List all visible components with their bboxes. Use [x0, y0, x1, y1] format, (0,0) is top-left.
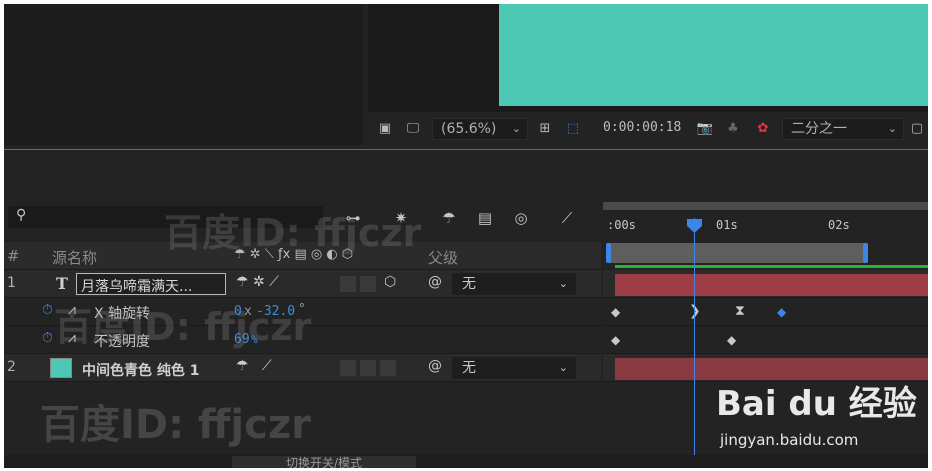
resolution-value: 二分之一: [791, 121, 847, 137]
chevron-down-icon: ⌄: [558, 277, 568, 290]
chevron-down-icon: ⌄: [558, 361, 568, 374]
camera-icon[interactable]: 📷: [696, 121, 714, 137]
keyframe-hold[interactable]: ⧗: [735, 304, 745, 318]
switch-box[interactable]: [340, 276, 356, 292]
snapshot-toggle-icon[interactable]: ▣: [376, 121, 394, 137]
solid-color-swatch: [50, 358, 72, 378]
navigator-start-handle[interactable]: [606, 243, 611, 263]
layer-name[interactable]: 中间色青色 纯色 1: [82, 360, 200, 380]
keyframe-diamond[interactable]: ◆: [611, 306, 620, 318]
motion-blur-icon[interactable]: ◎: [510, 208, 532, 228]
time-ruler[interactable]: :00s 01s 02s: [603, 198, 928, 242]
parent-value: 无: [462, 360, 476, 376]
layer-switches[interactable]: ☂ ⟋: [236, 358, 272, 374]
parent-dropdown[interactable]: 无 ⌄: [452, 273, 576, 295]
chevron-down-icon: ⌄: [887, 122, 897, 135]
parent-value: 无: [462, 276, 476, 292]
switch-box[interactable]: [360, 276, 376, 292]
composition-canvas: [499, 4, 928, 106]
property-keyframe-lane: ◆ ◆: [603, 326, 928, 354]
playhead-handle[interactable]: [686, 218, 703, 234]
watermark-text: 百度ID: ffjczr: [164, 211, 422, 255]
layer-number: 1: [7, 275, 16, 291]
render-cache-bar: [615, 265, 928, 268]
switch-box[interactable]: [340, 360, 356, 376]
region-of-interest-icon[interactable]: ▢: [908, 121, 926, 137]
project-panel: [4, 4, 363, 145]
stopwatch-icon[interactable]: ⏱: [42, 330, 53, 346]
panel-gap: [4, 150, 928, 198]
pick-whip-icon[interactable]: @: [428, 358, 442, 374]
timeline-footer: [4, 455, 928, 468]
current-time-display[interactable]: 0:00:00:18: [603, 120, 681, 135]
layer-name-field[interactable]: 月落乌啼霜满天...: [76, 273, 226, 295]
layer-row[interactable]: 1 T 月落乌啼霜满天... ☂ ✲ ⟋ ⬡ @ 无 ⌄: [4, 270, 601, 298]
grid-guides-icon[interactable]: ⊞: [536, 121, 554, 137]
parent-dropdown[interactable]: 无 ⌄: [452, 357, 576, 379]
shy-layers-icon[interactable]: ☂: [438, 208, 460, 228]
search-icon: ⚲: [16, 207, 27, 223]
column-source-name[interactable]: 源名称: [52, 247, 97, 268]
playhead-line: [694, 218, 695, 468]
layer-switches[interactable]: ☂ ✲ ⟋: [236, 274, 279, 290]
zoom-dropdown[interactable]: (65.6%) ⌄: [432, 118, 528, 140]
switch-box[interactable]: [380, 360, 396, 376]
viewer-toolbar: ▣ 🖵 (65.6%) ⌄ ⊞ ⬚ 0:00:00:18 📷 ♣ ✿ 二分之一 …: [368, 112, 928, 146]
chevron-down-icon: ⌄: [511, 122, 521, 135]
time-navigator-range[interactable]: [609, 243, 865, 263]
column-number: #: [7, 247, 20, 265]
frame-blending-icon[interactable]: ▤: [474, 208, 496, 228]
ruler-tick: :00s: [607, 218, 636, 232]
switch-box[interactable]: [360, 360, 376, 376]
zoom-value: (65.6%): [441, 121, 497, 137]
after-effects-window: ▣ 🖵 (65.6%) ⌄ ⊞ ⬚ 0:00:00:18 📷 ♣ ✿ 二分之一 …: [0, 0, 932, 471]
show-snapshot-icon[interactable]: ♣: [724, 121, 742, 137]
ruler-tick: 01s: [716, 218, 738, 232]
layer-duration-bar[interactable]: [615, 274, 928, 296]
watermark-text: 百度ID: ffjczr: [40, 402, 311, 448]
work-area-bar[interactable]: [603, 202, 928, 210]
keyframe-diamond[interactable]: ◆: [611, 334, 620, 346]
graph-editor-icon[interactable]: ⟋: [556, 208, 578, 228]
pick-whip-icon[interactable]: @: [428, 274, 442, 290]
3d-layer-icon[interactable]: ⬡: [384, 274, 396, 290]
resolution-dropdown[interactable]: 二分之一 ⌄: [782, 118, 904, 140]
baidu-url: jingyan.baidu.com: [720, 431, 859, 449]
text-layer-icon: T: [56, 274, 68, 293]
layer-number: 2: [7, 359, 16, 375]
watermark-text: 百度ID: ffjczr: [54, 305, 312, 349]
property-keyframe-lane: ◆ ❯ ⧗ ◆: [603, 298, 928, 326]
toggle-switches-modes-button[interactable]: 切换开关/模式: [232, 456, 416, 468]
composition-viewer[interactable]: [368, 4, 928, 112]
keyframe-selected[interactable]: ◆: [777, 306, 786, 318]
layer-row[interactable]: 2 中间色青色 纯色 1 ☂ ⟋ @ 无 ⌄: [4, 354, 601, 382]
mask-path-icon[interactable]: ⬚: [564, 121, 582, 137]
keyframe-diamond[interactable]: ◆: [727, 334, 736, 346]
baidu-logo: Bai du 经验: [716, 384, 917, 424]
stopwatch-icon[interactable]: ⏱: [42, 302, 53, 318]
column-parent[interactable]: 父级: [428, 247, 458, 268]
ruler-tick: 02s: [828, 218, 850, 232]
color-channels-icon[interactable]: ✿: [754, 121, 772, 137]
monitor-icon[interactable]: 🖵: [404, 121, 422, 137]
navigator-end-handle[interactable]: [863, 243, 868, 263]
layer-duration-lane: [603, 265, 928, 298]
